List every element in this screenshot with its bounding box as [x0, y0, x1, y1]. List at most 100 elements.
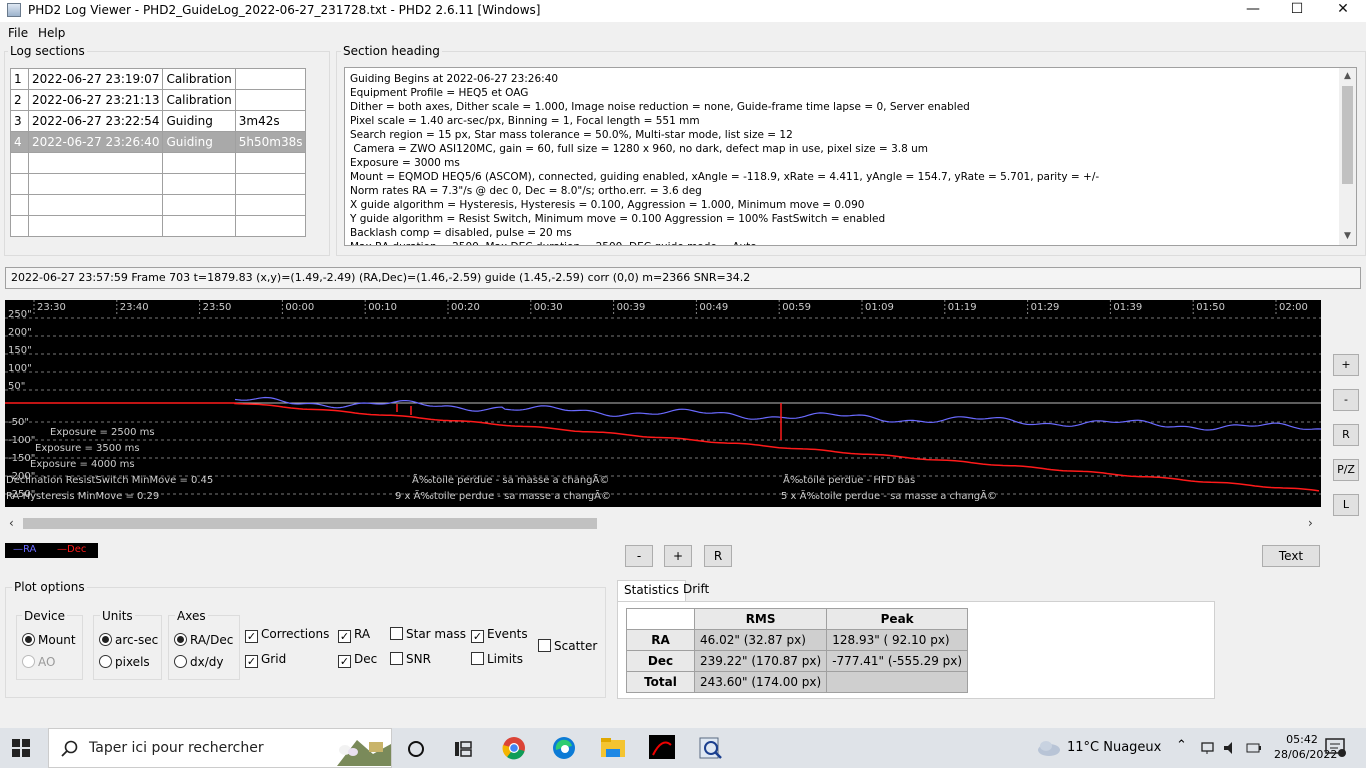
- log-section-cell: [162, 152, 236, 174]
- tray-weather[interactable]: 11°C Nuageux: [1067, 740, 1161, 755]
- time-tick-label: 23:30: [37, 302, 66, 313]
- heading-line: Guiding Begins at 2022-06-27 23:26:40: [350, 73, 559, 85]
- time-tick-label: 00:20: [451, 302, 480, 313]
- heading-line: Mount = EQMOD HEQ5/6 (ASCOM), connected,…: [350, 171, 1100, 183]
- scatter-checkbox[interactable]: Scatter: [538, 639, 597, 653]
- phd2-icon[interactable]: [649, 735, 675, 759]
- plot-l-button[interactable]: L: [1333, 494, 1359, 516]
- edge-icon[interactable]: [552, 736, 578, 760]
- log-section-row[interactable]: [10, 194, 307, 216]
- time-tick-label: 00:30: [533, 302, 563, 313]
- log-section-row[interactable]: 4 2022-06-27 23:26:40 Guiding 5h50m38s: [10, 131, 307, 153]
- device-mount-radio[interactable]: Mount: [22, 633, 76, 647]
- frame-status-line: 2022-06-27 23:57:59 Frame 703 t=1879.83 …: [5, 267, 1361, 289]
- time-tick-label: 00:49: [699, 302, 729, 313]
- heading-line: Camera = ZWO ASI120MC, gain = 60, full s…: [350, 143, 928, 155]
- plot-scroll-thumb[interactable]: [23, 518, 597, 529]
- y-axis-label: 250": [8, 309, 32, 320]
- corrections-checkbox[interactable]: ✓ Corrections: [245, 627, 329, 643]
- checkmark-icon: ✓: [245, 655, 258, 668]
- windows-start-icon[interactable]: [12, 739, 38, 763]
- limits-checkbox[interactable]: Limits: [471, 652, 523, 666]
- stats-row: RA 46.02" (32.87 px) 128.93" ( 92.10 px): [626, 629, 969, 651]
- log-section-row[interactable]: 3 2022-06-27 23:22:54 Guiding 3m42s: [10, 110, 307, 132]
- close-button[interactable]: ✕: [1320, 0, 1366, 22]
- log-section-cell: [10, 152, 29, 174]
- task-view-icon[interactable]: [405, 738, 431, 762]
- log-section-row[interactable]: [10, 215, 307, 237]
- axes-radec-radio[interactable]: RA/Dec: [174, 633, 233, 647]
- file-explorer-icon[interactable]: [600, 737, 626, 761]
- log-viewer-icon[interactable]: [698, 735, 724, 759]
- ra-checkbox[interactable]: ✓ RA: [338, 627, 370, 643]
- dec-checkbox[interactable]: ✓ Dec: [338, 652, 377, 668]
- radio-unchecked-icon: [99, 655, 112, 668]
- text-button[interactable]: Text: [1262, 545, 1320, 567]
- notification-icon[interactable]: [1325, 738, 1351, 762]
- plot-horizontal-scrollbar[interactable]: ‹ ›: [5, 515, 1321, 532]
- menu-file[interactable]: File: [8, 26, 28, 40]
- tab-statistics[interactable]: Statistics: [617, 580, 686, 601]
- log-section-row[interactable]: 1 2022-06-27 23:19:07 Calibration: [10, 68, 307, 90]
- star-mass-checkbox[interactable]: Star mass: [390, 627, 466, 641]
- log-section-cell: [234, 89, 307, 111]
- log-section-row[interactable]: [10, 152, 307, 174]
- battery-icon[interactable]: [1246, 740, 1272, 764]
- log-section-row[interactable]: 2 2022-06-27 23:21:13 Calibration: [10, 89, 307, 111]
- scroll-left-icon[interactable]: ‹: [9, 516, 14, 530]
- heading-scroll-thumb[interactable]: [1342, 86, 1353, 184]
- units-arcsec-radio[interactable]: arc-sec: [99, 633, 158, 647]
- log-section-cell: 3m42s: [234, 110, 307, 132]
- stats-value-cell: 239.22" (170.87 px): [693, 650, 828, 672]
- log-section-cell: 2022-06-27 23:26:40: [27, 131, 164, 153]
- log-section-cell: 5h50m38s: [234, 131, 307, 153]
- hzoom-in-button[interactable]: +: [664, 545, 692, 567]
- taskbar-search-box[interactable]: Taper ici pour rechercher: [48, 728, 392, 768]
- scroll-right-icon[interactable]: ›: [1308, 516, 1313, 530]
- maximize-button[interactable]: ☐: [1274, 0, 1320, 22]
- plot-annotation-star-lost-2: 9 x Ã‰toile perdue - sa masse a changÃ©: [395, 491, 611, 502]
- speaker-icon[interactable]: [1222, 740, 1248, 764]
- tab-drift[interactable]: Drift: [677, 580, 715, 601]
- stats-row-label: Dec: [626, 650, 695, 672]
- plot-pz-button[interactable]: P/Z: [1333, 459, 1359, 481]
- log-section-cell: 2022-06-27 23:22:54: [27, 110, 164, 132]
- chrome-icon[interactable]: [502, 736, 528, 760]
- windows-taskbar: Taper ici pour rechercher 11°C Nuageux ⌃…: [0, 728, 1366, 768]
- units-pixels-radio[interactable]: pixels: [99, 655, 150, 669]
- plot-annotation-star-lost-3: Ã‰toile perdue - HFD bas: [783, 475, 916, 486]
- axes-dxdy-radio[interactable]: dx/dy: [174, 655, 223, 669]
- section-heading-text: Guiding Begins at 2022-06-27 23:26:40 Equ…: [350, 72, 1335, 245]
- device-ao-radio[interactable]: AO: [22, 655, 55, 669]
- stats-value-cell: 128.93" ( 92.10 px): [826, 629, 969, 651]
- heading-scrollbar[interactable]: ▲ ▼: [1339, 68, 1356, 245]
- log-section-row[interactable]: [10, 173, 307, 195]
- y-axis-label: 100": [8, 363, 32, 374]
- window-title: PHD2 Log Viewer - PHD2_GuideLog_2022-06-…: [28, 3, 541, 17]
- plot-zoom-in-button[interactable]: +: [1333, 354, 1359, 376]
- events-checkbox[interactable]: ✓ Events: [471, 627, 528, 643]
- hzoom-out-button[interactable]: -: [625, 545, 653, 567]
- plot-zoom-out-button[interactable]: -: [1333, 389, 1359, 411]
- section-heading-textbox[interactable]: Guiding Begins at 2022-06-27 23:26:40 Equ…: [344, 67, 1357, 246]
- log-section-cell: [27, 194, 164, 216]
- guide-plot[interactable]: 23:30 23:40 23:50 00:00 00:10 00:20 00:30 00:39…: [5, 300, 1321, 507]
- radio-unchecked-icon: [22, 655, 35, 668]
- menu-help[interactable]: Help: [38, 26, 65, 40]
- log-section-cell: [27, 173, 164, 195]
- minimize-button[interactable]: —: [1230, 0, 1276, 22]
- snr-checkbox[interactable]: SNR: [390, 652, 431, 666]
- checkmark-icon: ✓: [338, 630, 351, 643]
- scroll-up-icon[interactable]: ▲: [1339, 71, 1356, 81]
- log-section-cell: Guiding: [162, 110, 236, 132]
- tray-clock[interactable]: 05:42 28/06/2022: [1274, 732, 1337, 762]
- hzoom-reset-button[interactable]: R: [704, 545, 732, 567]
- plot-reset-button[interactable]: R: [1333, 424, 1359, 446]
- heading-line: Search region = 15 px, Star mass toleran…: [350, 129, 793, 141]
- grid-checkbox[interactable]: ✓ Grid: [245, 652, 286, 668]
- log-sections-table[interactable]: 1 2022-06-27 23:19:07 Calibration 2 2022-06-…: [10, 68, 307, 237]
- scroll-down-icon[interactable]: ▼: [1339, 231, 1356, 241]
- widgets-icon[interactable]: [452, 738, 478, 762]
- time-tick-label: 01:09: [865, 302, 894, 313]
- tray-chevron-up-icon[interactable]: ⌃: [1176, 738, 1187, 753]
